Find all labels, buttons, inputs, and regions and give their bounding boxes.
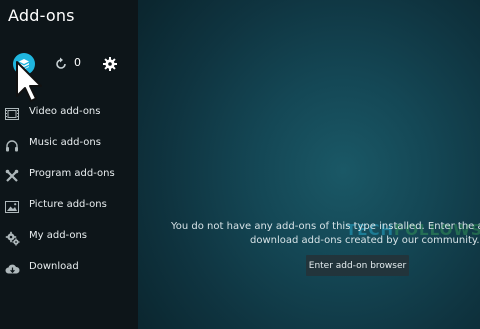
headphones-icon <box>4 137 20 153</box>
check-updates-button[interactable] <box>53 56 69 72</box>
refresh-icon <box>56 57 66 69</box>
sidebar-item-my-addons[interactable]: My add-ons <box>0 225 138 251</box>
sidebar-item-label: Music add-ons <box>29 137 101 148</box>
sidebar-item-label: Video add-ons <box>29 106 101 117</box>
sidebar-item-music-addons[interactable]: Music add-ons <box>0 132 138 158</box>
sidebar: Add-ons 0 Video add-ons Music add-ons Pr… <box>0 0 139 329</box>
cloud-download-icon <box>4 261 20 277</box>
picture-icon <box>4 199 20 215</box>
sidebar-item-label: Download <box>29 261 79 272</box>
package-icon <box>19 59 29 70</box>
sidebar-item-download[interactable]: Download <box>0 256 138 282</box>
tools-icon <box>4 168 20 184</box>
content-area <box>138 0 480 329</box>
page-title: Add-ons <box>8 6 75 25</box>
updates-count: 0 <box>74 56 81 69</box>
sidebar-item-label: Program add-ons <box>29 168 115 179</box>
sidebar-item-program-addons[interactable]: Program add-ons <box>0 163 138 189</box>
package-button[interactable] <box>13 53 35 75</box>
settings-button[interactable] <box>102 56 118 72</box>
empty-message-line2: download add-ons created by our communit… <box>250 235 480 246</box>
sidebar-item-label: Picture add-ons <box>29 199 107 210</box>
enter-addon-browser-button[interactable]: Enter add-on browser <box>306 255 409 276</box>
empty-message-line1: You do not have any add-ons of this type… <box>171 221 480 232</box>
sidebar-item-picture-addons[interactable]: Picture add-ons <box>0 194 138 220</box>
gears-icon <box>4 230 20 246</box>
sidebar-item-label: My add-ons <box>29 230 88 241</box>
gear-icon <box>103 57 117 71</box>
film-icon <box>4 106 20 122</box>
sidebar-item-video-addons[interactable]: Video add-ons <box>0 101 138 127</box>
